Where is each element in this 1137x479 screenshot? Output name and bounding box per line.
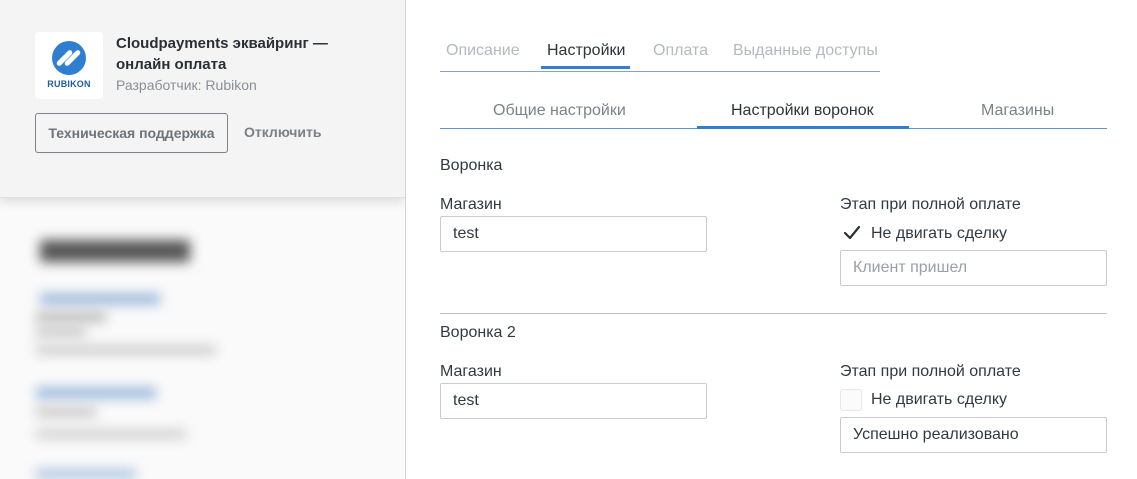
funnel-1-stage-label: Этап при полной оплате bbox=[840, 196, 1021, 213]
subtab-shops[interactable]: Магазины bbox=[981, 102, 1054, 120]
subtab-general[interactable]: Общие настройки bbox=[493, 102, 626, 120]
disable-button[interactable]: Отключить bbox=[244, 124, 321, 140]
funnel-1-stage-select[interactable]: Клиент пришел bbox=[840, 250, 1107, 286]
subtab-funnels[interactable]: Настройки воронок bbox=[731, 102, 874, 120]
funnel-2-title: Воронка 2 bbox=[440, 324, 516, 341]
checkmark-icon bbox=[843, 225, 861, 240]
app-title: Cloudpayments эквайринг — онлайн оплата bbox=[116, 35, 328, 73]
funnel-1-dont-move-label: Не двигать сделку bbox=[871, 225, 1008, 242]
funnel-2-dont-move-label: Не двигать сделку bbox=[871, 391, 1008, 408]
funnel-2-shop-label: Магазин bbox=[440, 363, 502, 380]
left-panel: RUBIKON Cloudpayments эквайринг — онлайн… bbox=[0, 0, 406, 479]
section-divider bbox=[440, 313, 1107, 314]
settings-subtabs: Общие настройки Настройки воронок Магази… bbox=[440, 100, 1107, 129]
funnel-2-dont-move-checkbox[interactable] bbox=[840, 389, 862, 411]
funnel-1-title: Воронка bbox=[440, 157, 503, 174]
funnel-2-shop-input[interactable]: test bbox=[440, 383, 707, 419]
funnel-2-stage-select[interactable]: Успешно реализовано bbox=[840, 417, 1107, 453]
active-subtab-indicator bbox=[697, 126, 909, 129]
rubikon-logo-icon bbox=[52, 41, 86, 75]
support-button[interactable]: Техническая поддержка bbox=[35, 113, 228, 153]
funnel-1-dont-move-checkbox[interactable] bbox=[840, 223, 862, 245]
app-card: RUBIKON Cloudpayments эквайринг — онлайн… bbox=[0, 0, 405, 198]
funnel-2-stage-label: Этап при полной оплате bbox=[840, 363, 1021, 380]
funnel-1-shop-input[interactable]: test bbox=[440, 216, 707, 252]
tab-granted-access[interactable]: Выданные доступы bbox=[733, 42, 878, 73]
logo-wordmark: RUBIKON bbox=[47, 79, 91, 89]
app-developer: Разработчик: Rubikon bbox=[116, 77, 257, 93]
blurred-background-content bbox=[0, 198, 405, 479]
rubikon-logo: RUBIKON bbox=[35, 32, 103, 99]
funnel-1-shop-label: Магазин bbox=[440, 196, 502, 213]
tab-payment[interactable]: Оплата bbox=[653, 42, 708, 73]
active-tab-indicator bbox=[541, 66, 630, 69]
main-tabs: Описание Настройки Оплата Выданные досту… bbox=[440, 40, 880, 72]
tab-description[interactable]: Описание bbox=[446, 42, 520, 73]
